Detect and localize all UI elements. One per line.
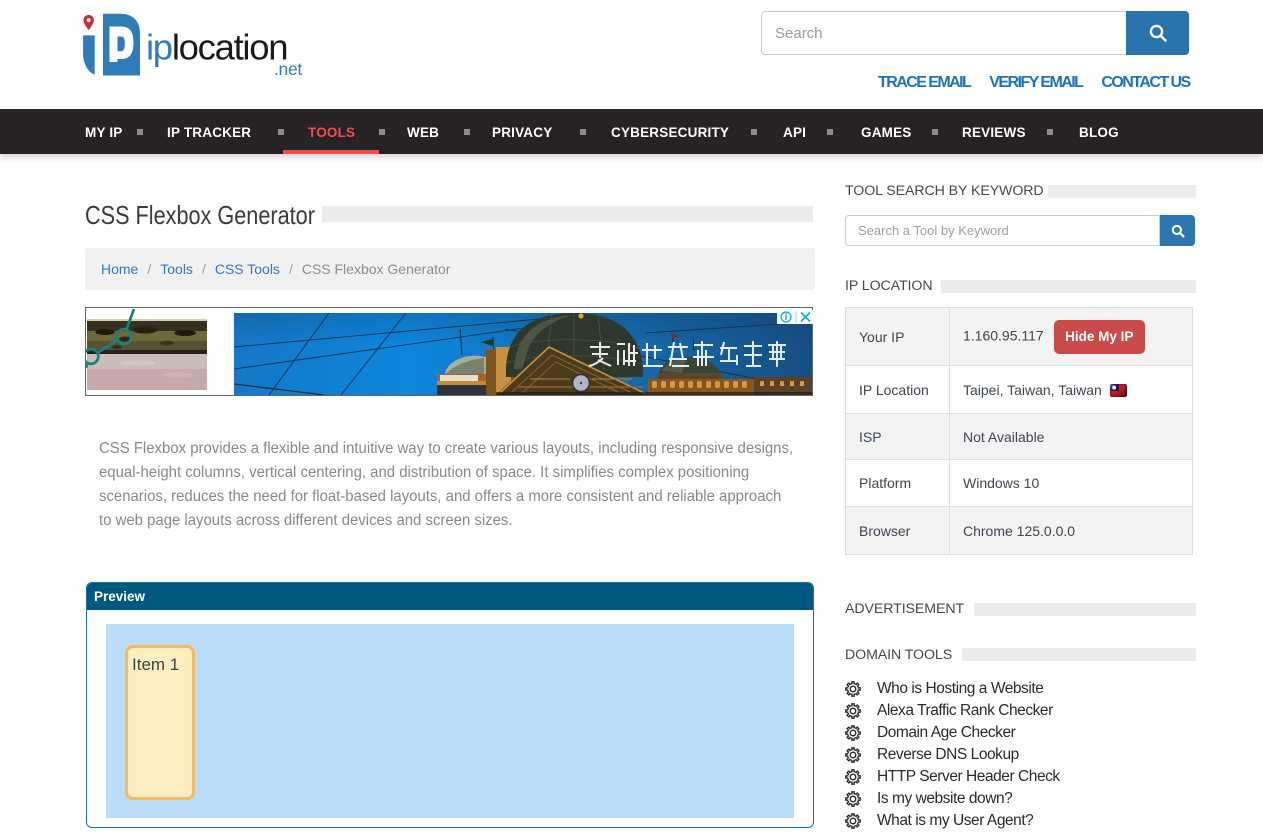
svg-text:.net: .net bbox=[274, 59, 302, 77]
svg-text:iplocation: iplocation bbox=[146, 27, 287, 68]
